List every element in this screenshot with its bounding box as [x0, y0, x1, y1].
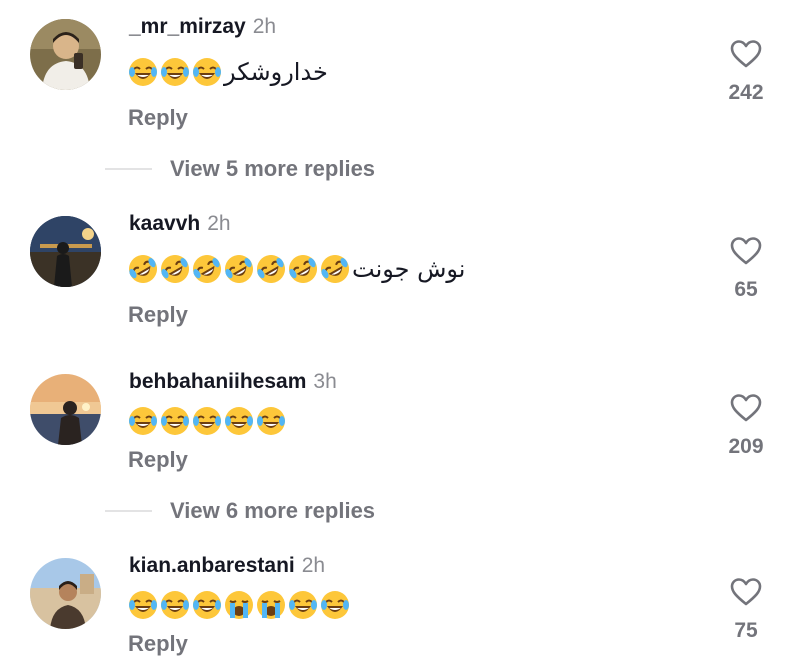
- comment-text: [128, 587, 352, 621]
- avatar[interactable]: [30, 19, 101, 90]
- reply-button[interactable]: Reply: [128, 631, 188, 657]
- avatar[interactable]: [30, 374, 101, 445]
- heart-outline-icon[interactable]: [730, 39, 762, 69]
- view-more-replies-button[interactable]: View 6 more replies: [105, 496, 375, 526]
- like-count: 75: [734, 619, 758, 642]
- laughing-tears-emoji: [320, 590, 350, 620]
- reply-button[interactable]: Reply: [128, 302, 188, 328]
- rofl-emoji: [288, 254, 318, 284]
- comment-username[interactable]: kaavvh 2h: [129, 212, 231, 236]
- laughing-tears-emoji: [192, 57, 222, 87]
- laughing-tears-emoji: [224, 406, 254, 436]
- like-count: 209: [728, 435, 764, 458]
- comment-timestamp: 2h: [301, 554, 326, 577]
- rofl-emoji: [192, 254, 222, 284]
- heart-outline-icon[interactable]: [730, 236, 762, 266]
- like-button[interactable]: 242: [718, 39, 774, 105]
- laughing-tears-emoji: [160, 590, 190, 620]
- comment-username[interactable]: _mr_mirzay 2h: [129, 15, 276, 39]
- heart-outline-icon[interactable]: [730, 393, 762, 423]
- comment-text: نوش جونت: [128, 251, 465, 286]
- reply-button[interactable]: Reply: [128, 105, 188, 131]
- comment-username[interactable]: behbahaniihesam 3h: [129, 370, 337, 394]
- reply-button[interactable]: Reply: [128, 447, 188, 473]
- comment-text-content: نوش جونت: [352, 255, 466, 283]
- heart-outline-icon[interactable]: [730, 577, 762, 607]
- view-more-replies-button[interactable]: View 5 more replies: [105, 154, 375, 184]
- avatar-photo-mr-mirzay: [30, 19, 101, 90]
- rofl-emoji: [224, 254, 254, 284]
- rofl-emoji: [320, 254, 350, 284]
- laughing-tears-emoji: [192, 406, 222, 436]
- avatar[interactable]: [30, 558, 101, 629]
- comment-timestamp: 2h: [252, 15, 277, 38]
- view-more-replies-label[interactable]: View 6 more replies: [170, 498, 375, 524]
- laughing-tears-emoji: [128, 406, 158, 436]
- comment-username[interactable]: kian.anbarestani 2h: [129, 554, 325, 578]
- username-text[interactable]: kian.anbarestani: [129, 554, 295, 577]
- laughing-tears-emoji: [160, 57, 190, 87]
- username-text[interactable]: behbahaniihesam: [129, 370, 306, 393]
- like-count: 242: [728, 81, 764, 104]
- laughing-tears-emoji: [288, 590, 318, 620]
- comment-text: [128, 403, 288, 437]
- comment-timestamp: 2h: [207, 212, 231, 235]
- rofl-emoji: [160, 254, 190, 284]
- username-text[interactable]: kaavvh: [129, 212, 200, 235]
- comment-text: خداروشکر: [128, 54, 328, 89]
- thread-line: [105, 168, 152, 170]
- like-count: 65: [734, 278, 758, 301]
- avatar[interactable]: [30, 216, 101, 287]
- view-more-replies-label[interactable]: View 5 more replies: [170, 156, 375, 182]
- like-button[interactable]: 75: [718, 577, 774, 643]
- laughing-tears-emoji: [128, 590, 158, 620]
- avatar-photo-kaavvh: [30, 216, 101, 287]
- avatar-photo-behbahaniihesam: [30, 374, 101, 445]
- like-button[interactable]: 209: [718, 393, 774, 459]
- thread-line: [105, 510, 152, 512]
- loudly-crying-emoji: [224, 590, 254, 620]
- avatar-photo-kian-anbarestani: [30, 558, 101, 629]
- loudly-crying-emoji: [256, 590, 286, 620]
- laughing-tears-emoji: [160, 406, 190, 436]
- like-button[interactable]: 65: [718, 236, 774, 302]
- username-text[interactable]: _mr_mirzay: [129, 15, 246, 38]
- comment-text-content: خداروشکر: [224, 58, 328, 86]
- laughing-tears-emoji: [128, 57, 158, 87]
- rofl-emoji: [256, 254, 286, 284]
- laughing-tears-emoji: [256, 406, 286, 436]
- rofl-emoji: [128, 254, 158, 284]
- comment-timestamp: 3h: [313, 370, 337, 393]
- laughing-tears-emoji: [192, 590, 222, 620]
